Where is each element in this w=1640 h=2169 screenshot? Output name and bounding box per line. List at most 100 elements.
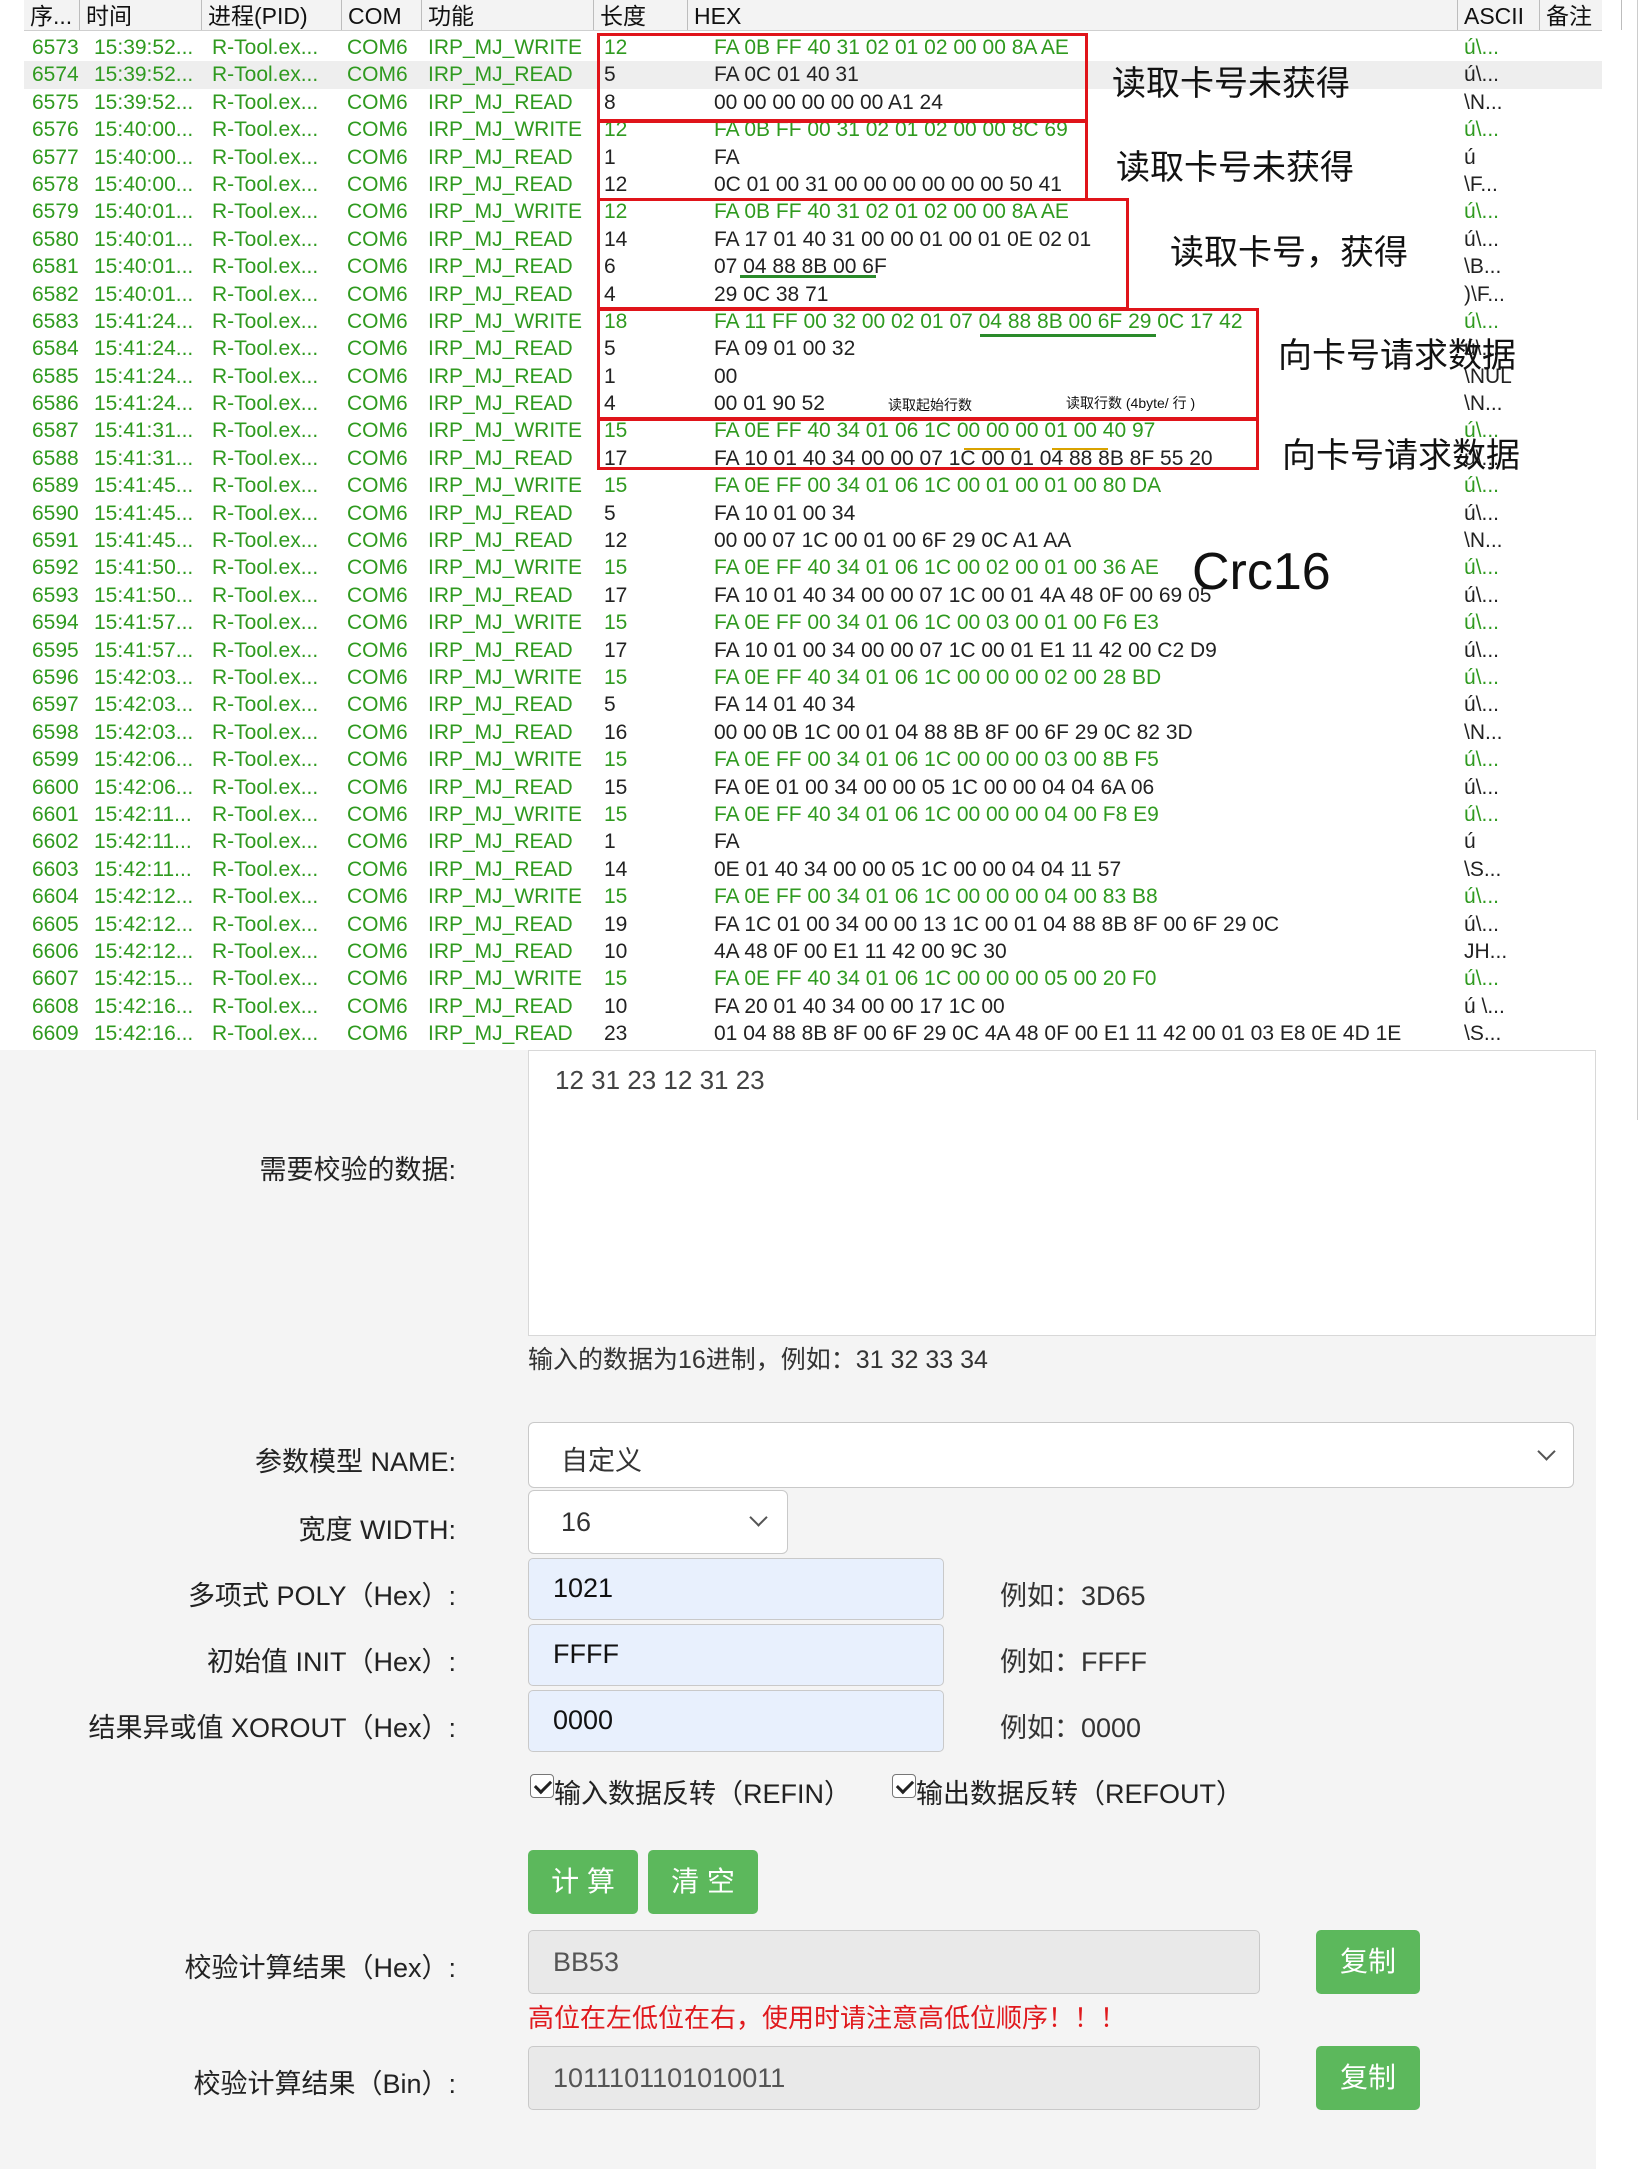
- card-number-underline-2: [980, 334, 1156, 337]
- table-row[interactable]: 6592 15:41:50... R-Tool.ex... COM6 IRP_MJ_WR…: [24, 554, 1602, 581]
- cell-com: COM6: [347, 501, 408, 525]
- table-row[interactable]: 6603 15:42:11... R-Tool.ex... COM6 IRP_MJ_RE…: [24, 856, 1602, 883]
- clear-button[interactable]: 清 空: [648, 1850, 758, 1914]
- column-header-hex[interactable]: HEX: [688, 0, 1458, 30]
- cell-time: 15:42:11...: [94, 830, 192, 854]
- cell-com: COM6: [347, 693, 408, 717]
- init-input[interactable]: FFFF: [528, 1624, 944, 1686]
- table-row[interactable]: 6597 15:42:03... R-Tool.ex... COM6 IRP_MJ_RE…: [24, 691, 1602, 718]
- cell-time: 15:42:03...: [94, 665, 194, 689]
- cell-process: R-Tool.ex...: [212, 1022, 319, 1046]
- annotation-box-2: [597, 120, 1088, 201]
- column-header-ascii[interactable]: ASCII: [1458, 0, 1540, 30]
- cell-ascii: ú \...: [1464, 994, 1505, 1018]
- table-row[interactable]: 6594 15:41:57... R-Tool.ex... COM6 IRP_MJ_WR…: [24, 609, 1602, 636]
- data-textarea-value: 12 31 23 12 31 23: [555, 1065, 765, 1095]
- column-header-function[interactable]: 功能: [422, 0, 594, 30]
- cell-length: 15: [604, 885, 628, 909]
- cell-time: 15:41:24...: [94, 309, 194, 333]
- cell-hex: FA 10 01 40 34 00 00 07 1C 00 01 4A 48 0…: [714, 583, 1212, 607]
- column-header-length[interactable]: 长度: [594, 0, 688, 30]
- cell-function: IRP_MJ_READ: [428, 830, 573, 854]
- table-row[interactable]: 6596 15:42:03... R-Tool.ex... COM6 IRP_MJ_WR…: [24, 664, 1602, 691]
- table-row[interactable]: 6599 15:42:06... R-Tool.ex... COM6 IRP_MJ_WR…: [24, 746, 1602, 773]
- table-row[interactable]: 6598 15:42:03... R-Tool.ex... COM6 IRP_MJ_RE…: [24, 719, 1602, 746]
- cell-length: 17: [604, 583, 628, 607]
- cell-function: IRP_MJ_READ: [428, 583, 573, 607]
- cell-com: COM6: [347, 227, 408, 251]
- cell-com: COM6: [347, 200, 408, 224]
- table-row[interactable]: 6608 15:42:16... R-Tool.ex... COM6 IRP_MJ_RE…: [24, 993, 1602, 1020]
- cell-function: IRP_MJ_READ: [428, 255, 573, 279]
- xorout-example: 例如：0000: [1000, 1713, 1142, 1743]
- cell-com: COM6: [347, 255, 408, 279]
- cell-function: IRP_MJ_WRITE: [428, 665, 583, 689]
- cell-length: 15: [604, 775, 628, 799]
- cell-time: 15:42:11...: [94, 802, 192, 826]
- table-row[interactable]: 6590 15:41:45... R-Tool.ex... COM6 IRP_MJ_RE…: [24, 500, 1602, 527]
- cell-ascii: ú\...: [1464, 501, 1500, 525]
- cell-length: 10: [604, 939, 628, 963]
- refout-label: 输出数据反转（REFOUT）: [916, 1779, 1243, 1809]
- xorout-input[interactable]: 0000: [528, 1690, 944, 1752]
- chevron-down-icon: [749, 1508, 768, 1527]
- cell-com: COM6: [347, 1022, 408, 1046]
- cell-ascii: )\F...: [1464, 282, 1505, 306]
- table-row[interactable]: 6605 15:42:12... R-Tool.ex... COM6 IRP_MJ_RE…: [24, 911, 1602, 938]
- width-select[interactable]: 16: [528, 1490, 788, 1554]
- table-row[interactable]: 6602 15:42:11... R-Tool.ex... COM6 IRP_MJ_RE…: [24, 828, 1602, 855]
- cell-process: R-Tool.ex...: [212, 364, 319, 388]
- table-row[interactable]: 6593 15:41:50... R-Tool.ex... COM6 IRP_MJ_RE…: [24, 582, 1602, 609]
- table-row[interactable]: 6600 15:42:06... R-Tool.ex... COM6 IRP_MJ_RE…: [24, 774, 1602, 801]
- cell-time: 15:42:03...: [94, 720, 194, 744]
- column-header-seq[interactable]: 序...: [24, 0, 80, 30]
- model-name-select[interactable]: 自定义: [528, 1422, 1574, 1488]
- cell-ascii: ú\...: [1464, 611, 1500, 635]
- cell-com: COM6: [347, 309, 408, 333]
- copy-hex-button[interactable]: 复制: [1316, 1930, 1420, 1994]
- cell-com: COM6: [347, 282, 408, 306]
- table-row[interactable]: 6604 15:42:12... R-Tool.ex... COM6 IRP_MJ_WR…: [24, 883, 1602, 910]
- cell-function: IRP_MJ_WRITE: [428, 36, 583, 59]
- cell-hex: FA 1C 01 00 34 00 00 13 1C 00 01 04 88 8…: [714, 912, 1280, 936]
- calculate-button[interactable]: 计 算: [528, 1850, 638, 1914]
- cell-com: COM6: [347, 912, 408, 936]
- column-header-com[interactable]: COM: [342, 0, 422, 30]
- table-row[interactable]: 6601 15:42:11... R-Tool.ex... COM6 IRP_MJ_WR…: [24, 801, 1602, 828]
- copy-bin-button[interactable]: 复制: [1316, 2046, 1420, 2110]
- cell-com: COM6: [347, 145, 408, 169]
- table-row[interactable]: 6606 15:42:12... R-Tool.ex... COM6 IRP_MJ_RE…: [24, 938, 1602, 965]
- cell-ascii: \N...: [1464, 720, 1503, 744]
- bin-result-field[interactable]: 1011101101010011: [528, 2046, 1260, 2110]
- cell-process: R-Tool.ex...: [212, 693, 319, 717]
- cell-function: IRP_MJ_READ: [428, 145, 573, 169]
- cell-ascii: \N...: [1464, 392, 1503, 416]
- column-header-notes[interactable]: 备注: [1540, 0, 1622, 30]
- column-header-time[interactable]: 时间: [80, 0, 202, 30]
- hex-result-field[interactable]: BB53: [528, 1930, 1260, 1994]
- cell-com: COM6: [347, 118, 408, 142]
- cell-hex: FA 0E FF 40 34 01 06 1C 00 00 00 05 00 2…: [714, 967, 1157, 991]
- cell-process: R-Tool.ex...: [212, 172, 319, 196]
- serial-log-panel: 序... 时间 进程(PID) COM 功能 长度 HEX ASCII 备注 6…: [0, 0, 1640, 1120]
- cell-length: 19: [604, 912, 628, 936]
- cell-function: IRP_MJ_READ: [428, 720, 573, 744]
- cell-function: IRP_MJ_READ: [428, 282, 573, 306]
- data-textarea[interactable]: 12 31 23 12 31 23: [528, 1050, 1596, 1336]
- poly-input[interactable]: 1021: [528, 1558, 944, 1620]
- cell-process: R-Tool.ex...: [212, 611, 319, 635]
- cell-function: IRP_MJ_WRITE: [428, 802, 583, 826]
- cell-function: IRP_MJ_WRITE: [428, 748, 583, 772]
- refin-checkbox[interactable]: [530, 1774, 554, 1798]
- table-row[interactable]: 6607 15:42:15... R-Tool.ex... COM6 IRP_MJ_WR…: [24, 965, 1602, 992]
- data-hint: 输入的数据为16进制，例如：31 32 33 34: [528, 1346, 988, 1374]
- table-row[interactable]: 6591 15:41:45... R-Tool.ex... COM6 IRP_MJ_RE…: [24, 527, 1602, 554]
- column-header-process[interactable]: 进程(PID): [202, 0, 342, 30]
- refout-checkbox[interactable]: [892, 1774, 916, 1798]
- table-row[interactable]: 6595 15:41:57... R-Tool.ex... COM6 IRP_MJ_RE…: [24, 637, 1602, 664]
- xorout-label: 结果异或值 XOROUT（Hex）:: [88, 1713, 456, 1743]
- cell-process: R-Tool.ex...: [212, 885, 319, 909]
- cell-ascii: ú\...: [1464, 36, 1500, 59]
- table-row[interactable]: 6609 15:42:16... R-Tool.ex... COM6 IRP_MJ_RE…: [24, 1020, 1602, 1047]
- cell-hex: 01 04 88 8B 8F 00 6F 29 0C 4A 48 0F 00 E…: [714, 1022, 1402, 1046]
